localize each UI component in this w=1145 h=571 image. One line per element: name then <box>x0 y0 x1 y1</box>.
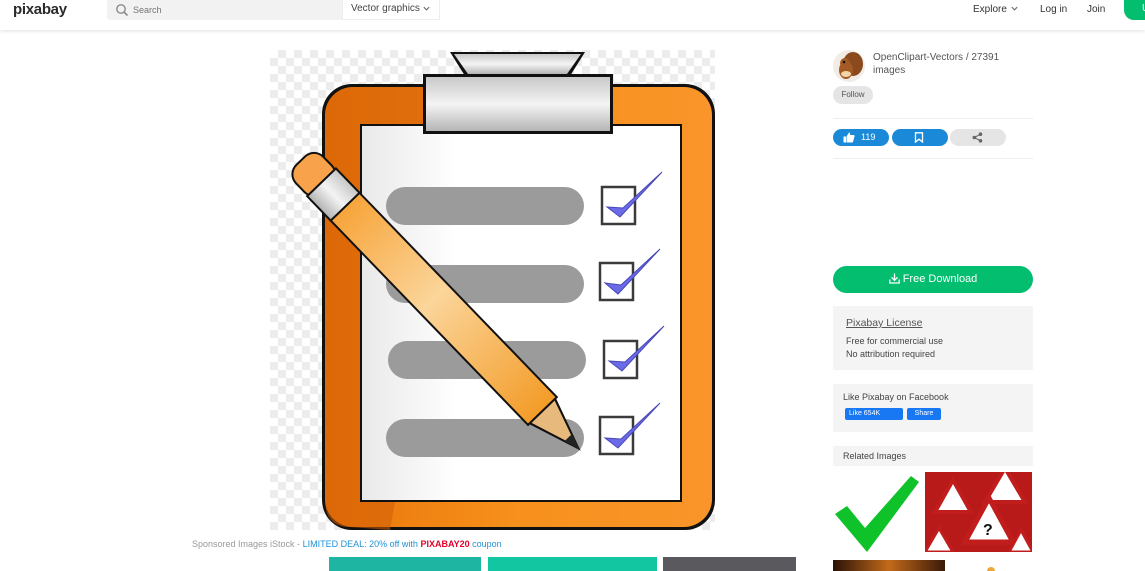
explore-label: Explore <box>973 4 1007 15</box>
svg-text:?: ? <box>983 522 993 539</box>
chevron-down-icon <box>1011 6 1018 11</box>
squirrel-avatar-icon <box>833 50 865 82</box>
question-mark-image <box>987 567 995 571</box>
main-image[interactable] <box>270 50 715 530</box>
thumbs-up-icon <box>843 132 855 143</box>
facebook-panel: Like Pixabay on Facebook Like 654K Share <box>833 384 1033 432</box>
sponsored-images-banner[interactable]: Sponsored Images iStock - LIMITED DEAL: … <box>192 539 502 549</box>
top-navigation-bar: pixabay Vector graphics Explore Log in J… <box>0 0 1145 30</box>
related-image-thumbnail[interactable] <box>833 560 945 571</box>
like-button[interactable]: 119 <box>833 129 889 146</box>
divider <box>833 118 1033 119</box>
free-download-button[interactable]: Free Download <box>833 266 1033 293</box>
related-image-thumbnail[interactable] <box>951 560 1032 571</box>
bookmark-icon <box>914 132 924 143</box>
explore-menu[interactable]: Explore <box>973 4 1019 15</box>
media-type-dropdown[interactable]: Vector graphics <box>342 0 440 20</box>
save-to-collection-button[interactable] <box>892 129 948 146</box>
follow-button[interactable]: Follow <box>833 86 873 104</box>
like-count: 119 <box>861 132 876 142</box>
sponsored-thumbnail[interactable] <box>488 557 657 571</box>
license-panel: Pixabay License Free for commercial use … <box>833 306 1033 370</box>
login-link[interactable]: Log in <box>1040 4 1067 15</box>
green-checkmark-image <box>835 476 919 552</box>
facebook-like-label: Like 654K <box>849 410 881 417</box>
author-avatar[interactable] <box>833 50 865 82</box>
search-icon[interactable] <box>114 2 130 18</box>
related-images-heading: Related Images <box>833 446 1033 466</box>
download-label: Free Download <box>902 273 978 285</box>
deal-suffix[interactable]: coupon <box>470 539 502 549</box>
facebook-prompt: Like Pixabay on Facebook <box>843 392 949 402</box>
search-bar: Vector graphics <box>107 0 440 20</box>
sponsored-thumbnail[interactable] <box>663 557 796 571</box>
chevron-down-icon <box>423 6 430 11</box>
license-line-attribution: No attribution required <box>846 349 936 359</box>
search-input[interactable] <box>133 3 338 17</box>
coupon-code[interactable]: PIXABAY20 <box>420 539 469 549</box>
facebook-like-button[interactable]: Like 654K <box>845 408 903 420</box>
sponsored-prefix: Sponsored Images iStock - <box>192 539 303 549</box>
license-link[interactable]: Pixabay License <box>846 317 1033 329</box>
deal-text[interactable]: LIMITED DEAL: 20% off with <box>303 539 421 549</box>
join-link[interactable]: Join <box>1087 4 1105 15</box>
related-image-thumbnail[interactable]: ? <box>925 472 1032 552</box>
divider <box>833 158 1033 159</box>
pixabay-logo[interactable]: pixabay <box>13 1 67 18</box>
media-type-label: Vector graphics <box>351 3 420 14</box>
facebook-share-button[interactable]: Share <box>907 408 941 420</box>
share-button[interactable] <box>950 129 1006 146</box>
share-icon <box>972 132 983 143</box>
clipboard-checklist-illustration <box>291 52 715 530</box>
license-line-commercial: Free for commercial use <box>846 336 944 346</box>
related-image-thumbnail[interactable] <box>833 472 919 552</box>
download-icon <box>888 273 900 284</box>
author-name-link[interactable]: OpenClipart-Vectors / 27391 images <box>873 51 1023 77</box>
sponsored-thumbnail[interactable] <box>329 557 481 571</box>
upload-button[interactable]: U <box>1124 0 1145 20</box>
warning-signs-image: ? <box>925 472 1032 552</box>
